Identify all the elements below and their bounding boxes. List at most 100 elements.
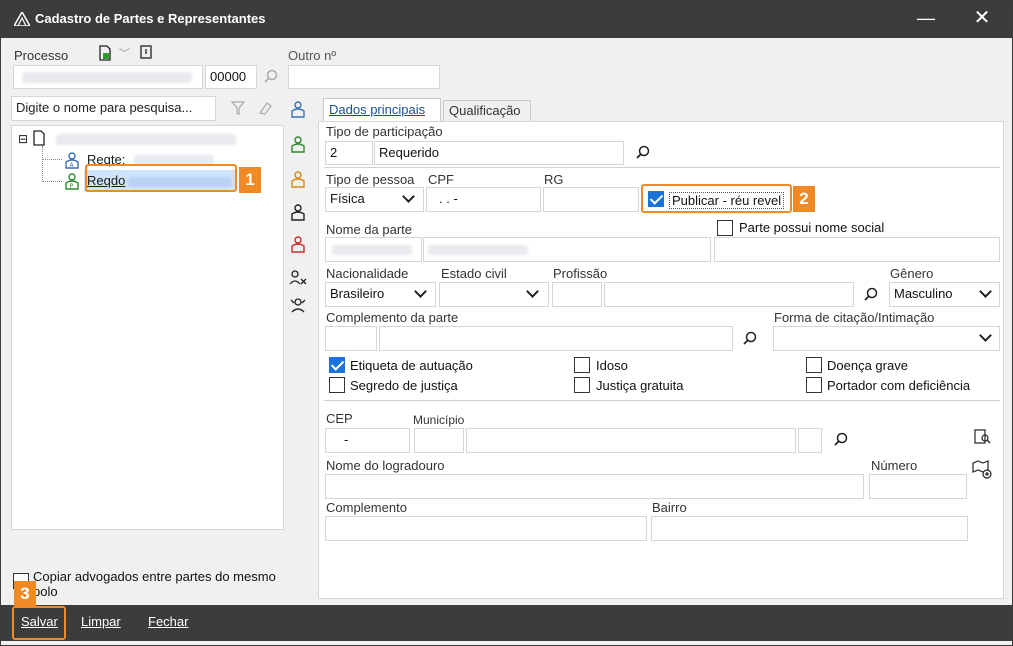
copiar-label: Copiar advogados entre partes do mesmo p… xyxy=(33,569,276,599)
cep-field[interactable]: - xyxy=(325,428,410,453)
estado-civil-select[interactable] xyxy=(439,282,549,307)
nacionalidade-value: Brasileiro xyxy=(330,286,385,301)
municipio-code-field[interactable] xyxy=(414,428,464,453)
profissao-field[interactable] xyxy=(604,282,854,307)
municipio-field[interactable] xyxy=(466,428,796,453)
processo-label: Processo xyxy=(14,48,69,63)
dialog-window: Cadastro de Partes e Representantes — ✕ … xyxy=(0,0,1013,646)
eraser-icon[interactable] xyxy=(257,100,273,116)
chevron-down-icon xyxy=(979,329,992,342)
collapse-icon[interactable]: ⊟ xyxy=(18,132,28,146)
genero-value: Masculino xyxy=(894,286,953,301)
tipo-pessoa-value: Física xyxy=(330,191,365,206)
nome-parte-prefix-field[interactable] xyxy=(325,237,422,262)
checkbox-checked-icon xyxy=(329,357,345,373)
profissao-code-field[interactable] xyxy=(552,282,602,307)
bottom-toolbar: Salvar Limpar Fechar xyxy=(1,605,1012,641)
search-icon[interactable] xyxy=(263,69,279,85)
checkbox-icon xyxy=(717,220,733,236)
close-button[interactable]: ✕ xyxy=(967,6,997,32)
search-icon[interactable] xyxy=(635,145,651,161)
municipio-uf-field[interactable] xyxy=(798,428,822,453)
title-bar: Cadastro de Partes e Representantes — ✕ xyxy=(1,1,1012,38)
window-title: Cadastro de Partes e Representantes xyxy=(35,11,266,26)
tipo-participacao-code-field[interactable]: 2 xyxy=(325,141,373,165)
add-other-party-icon[interactable] xyxy=(290,235,306,253)
complemento-label: Complemento xyxy=(326,500,407,515)
tipo-participacao-label: Tipo de participação xyxy=(326,124,443,139)
nome-parte-field[interactable] xyxy=(423,237,711,262)
chevron-down-icon[interactable]: ﹀ xyxy=(119,45,130,61)
outro-numero-label: Outro nº xyxy=(288,48,337,63)
add-third-party-icon[interactable] xyxy=(290,170,306,188)
genero-select[interactable]: Masculino xyxy=(889,282,1000,307)
callout-1-box xyxy=(85,164,237,192)
numero-label: Número xyxy=(871,458,918,473)
numero-field[interactable] xyxy=(869,474,967,499)
nacionalidade-select[interactable]: Brasileiro xyxy=(325,282,436,307)
idoso-label: Idoso xyxy=(596,358,628,373)
cpf-label: CPF xyxy=(428,172,454,187)
callout-3-box xyxy=(12,606,66,640)
remove-person-icon[interactable] xyxy=(289,269,307,287)
search-icon[interactable] xyxy=(742,331,758,347)
forma-citacao-label: Forma de citação/Intimação xyxy=(774,310,935,325)
search-icon[interactable] xyxy=(833,432,849,448)
forma-citacao-select[interactable] xyxy=(773,326,1000,351)
limpar-button[interactable]: Limpar xyxy=(81,614,121,629)
svg-text:P: P xyxy=(70,183,74,190)
callout-2-box xyxy=(641,184,792,213)
complemento-parte-code-field[interactable] xyxy=(325,326,377,351)
minimize-button[interactable]: — xyxy=(911,6,941,32)
tipo-participacao-field[interactable]: Requerido xyxy=(374,141,624,165)
add-defendant-icon[interactable] xyxy=(290,135,306,153)
logradouro-label: Nome do logradouro xyxy=(326,458,445,473)
tab-label: Dados principais xyxy=(329,102,426,117)
chevron-down-icon xyxy=(402,190,415,203)
person-icon: A xyxy=(65,152,79,169)
divider xyxy=(324,400,1000,401)
map-add-icon[interactable] xyxy=(972,458,994,480)
genero-label: Gênero xyxy=(890,266,934,281)
complemento-parte-label: Complemento da parte xyxy=(326,310,459,325)
checkbox-icon xyxy=(574,357,590,373)
doenca-label: Doença grave xyxy=(827,358,908,373)
add-author-icon[interactable] xyxy=(290,100,306,118)
filter-icon[interactable] xyxy=(231,101,245,115)
nome-social-field[interactable] xyxy=(714,237,1000,262)
link-person-icon[interactable] xyxy=(289,297,307,315)
nacionalidade-label: Nacionalidade xyxy=(326,266,409,281)
processo-number-field[interactable] xyxy=(13,65,203,89)
outro-numero-field[interactable] xyxy=(288,65,440,89)
cep-label: CEP xyxy=(326,411,353,426)
complemento-parte-field[interactable] xyxy=(379,326,733,351)
tab-qualificacao[interactable]: Qualificação xyxy=(443,100,531,121)
bairro-field[interactable] xyxy=(651,516,968,541)
chevron-down-icon xyxy=(526,285,539,298)
bairro-label: Bairro xyxy=(652,500,687,515)
complemento-field[interactable] xyxy=(325,516,647,541)
callout-1-badge: 1 xyxy=(239,167,261,193)
cpf-field[interactable]: . . - xyxy=(426,187,541,212)
tab-label: Qualificação xyxy=(449,103,521,118)
profissao-label: Profissão xyxy=(553,266,608,281)
tree-search-input[interactable]: Digite o nome para pesquisa... xyxy=(11,96,216,121)
add-representative-icon[interactable] xyxy=(290,203,306,221)
new-document-icon[interactable] xyxy=(97,45,113,61)
fechar-button[interactable]: Fechar xyxy=(148,614,188,629)
estado-civil-label: Estado civil xyxy=(441,266,507,281)
rg-field[interactable] xyxy=(543,187,639,212)
processo-suffix-field[interactable]: 00000 xyxy=(205,65,257,89)
address-lookup-icon[interactable] xyxy=(973,428,991,446)
bookmark-icon[interactable] xyxy=(139,45,153,61)
nome-parte-label: Nome da parte xyxy=(326,222,412,237)
nome-social-label: Parte possui nome social xyxy=(739,220,885,235)
tipo-pessoa-select[interactable]: Física xyxy=(325,187,424,212)
etiqueta-label: Etiqueta de autuação xyxy=(350,358,473,373)
tab-dados-principais[interactable]: Dados principais xyxy=(323,98,441,121)
tipo-pessoa-label: Tipo de pessoa xyxy=(326,172,415,187)
logradouro-field[interactable] xyxy=(325,474,864,499)
checkbox-icon xyxy=(574,377,590,393)
divider xyxy=(324,167,1000,168)
search-icon[interactable] xyxy=(863,287,879,303)
